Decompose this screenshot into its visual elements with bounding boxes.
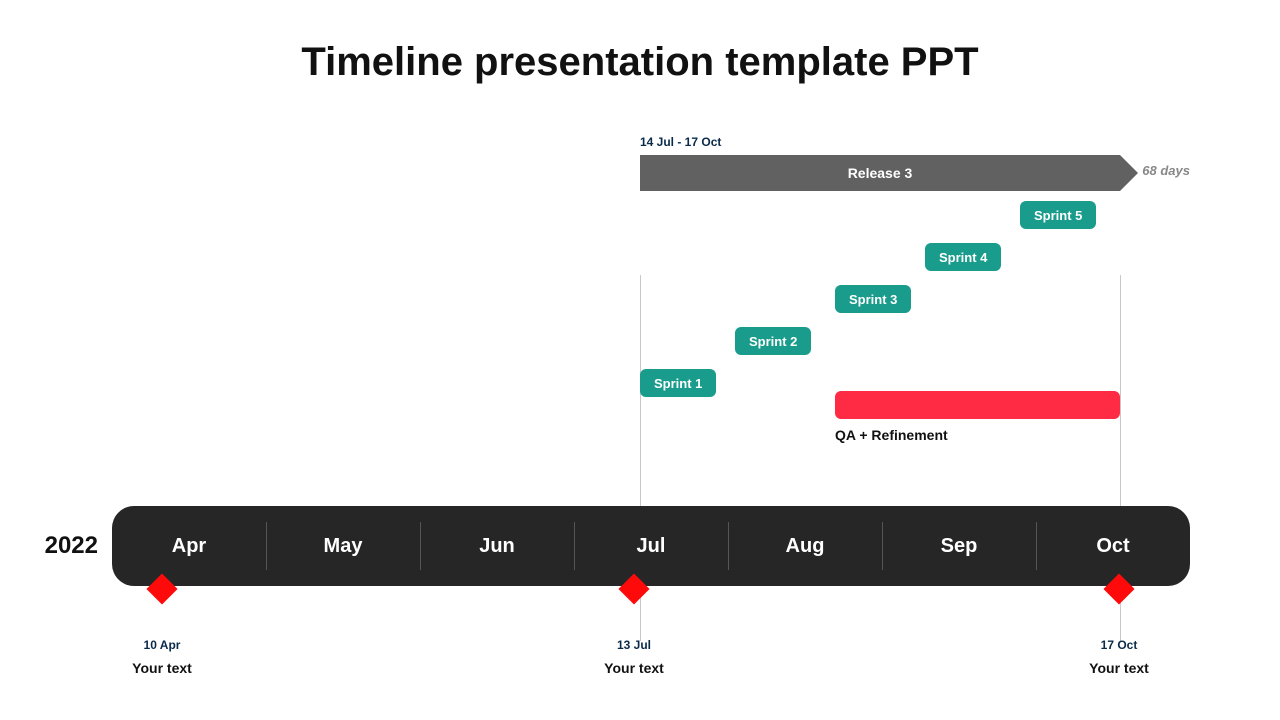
release-bar: Release 3 68 days bbox=[640, 155, 1120, 191]
timeline-row: 2022 Apr May Jun Jul Aug Sep Oct bbox=[0, 506, 1280, 586]
qa-bar bbox=[835, 391, 1120, 419]
milestone-1-date: 10 Apr bbox=[102, 638, 222, 652]
year-label: 2022 bbox=[0, 532, 112, 560]
page-title: Timeline presentation template PPT bbox=[0, 0, 1280, 85]
release-date-range: 14 Jul - 17 Oct bbox=[640, 135, 1120, 149]
diamond-icon bbox=[618, 573, 649, 604]
sprint-5: Sprint 5 bbox=[1020, 201, 1096, 229]
month-aug: Aug bbox=[728, 506, 882, 586]
sprint-3: Sprint 3 bbox=[835, 285, 911, 313]
diamond-icon bbox=[146, 573, 177, 604]
months-bar: Apr May Jun Jul Aug Sep Oct bbox=[112, 506, 1190, 586]
qa-label: QA + Refinement bbox=[835, 427, 948, 443]
sprint-stack: Sprint 5 Sprint 4 Sprint 3 Sprint 2 Spri… bbox=[640, 201, 1120, 421]
month-oct: Oct bbox=[1036, 506, 1190, 586]
milestone-3-date: 17 Oct bbox=[1059, 638, 1179, 652]
milestone-1-text: Your text bbox=[102, 660, 222, 676]
milestone-2: 13 Jul Your text bbox=[574, 578, 694, 676]
sprint-4: Sprint 4 bbox=[925, 243, 1001, 271]
milestone-3-text: Your text bbox=[1059, 660, 1179, 676]
month-jul: Jul bbox=[574, 506, 728, 586]
milestone-2-text: Your text bbox=[574, 660, 694, 676]
milestone-2-date: 13 Jul bbox=[574, 638, 694, 652]
diamond-icon bbox=[1103, 573, 1134, 604]
milestones: 10 Apr Your text 13 Jul Your text 17 Oct… bbox=[112, 578, 1190, 698]
sprint-1: Sprint 1 bbox=[640, 369, 716, 397]
gantt-area: 14 Jul - 17 Oct Release 3 68 days Sprint… bbox=[640, 135, 1120, 505]
month-may: May bbox=[266, 506, 420, 586]
milestone-1: 10 Apr Your text bbox=[102, 578, 222, 676]
release-name: Release 3 bbox=[848, 165, 913, 181]
release-days-label: 68 days bbox=[1142, 163, 1190, 178]
sprint-2: Sprint 2 bbox=[735, 327, 811, 355]
milestone-3: 17 Oct Your text bbox=[1059, 578, 1179, 676]
month-jun: Jun bbox=[420, 506, 574, 586]
month-apr: Apr bbox=[112, 506, 266, 586]
month-sep: Sep bbox=[882, 506, 1036, 586]
